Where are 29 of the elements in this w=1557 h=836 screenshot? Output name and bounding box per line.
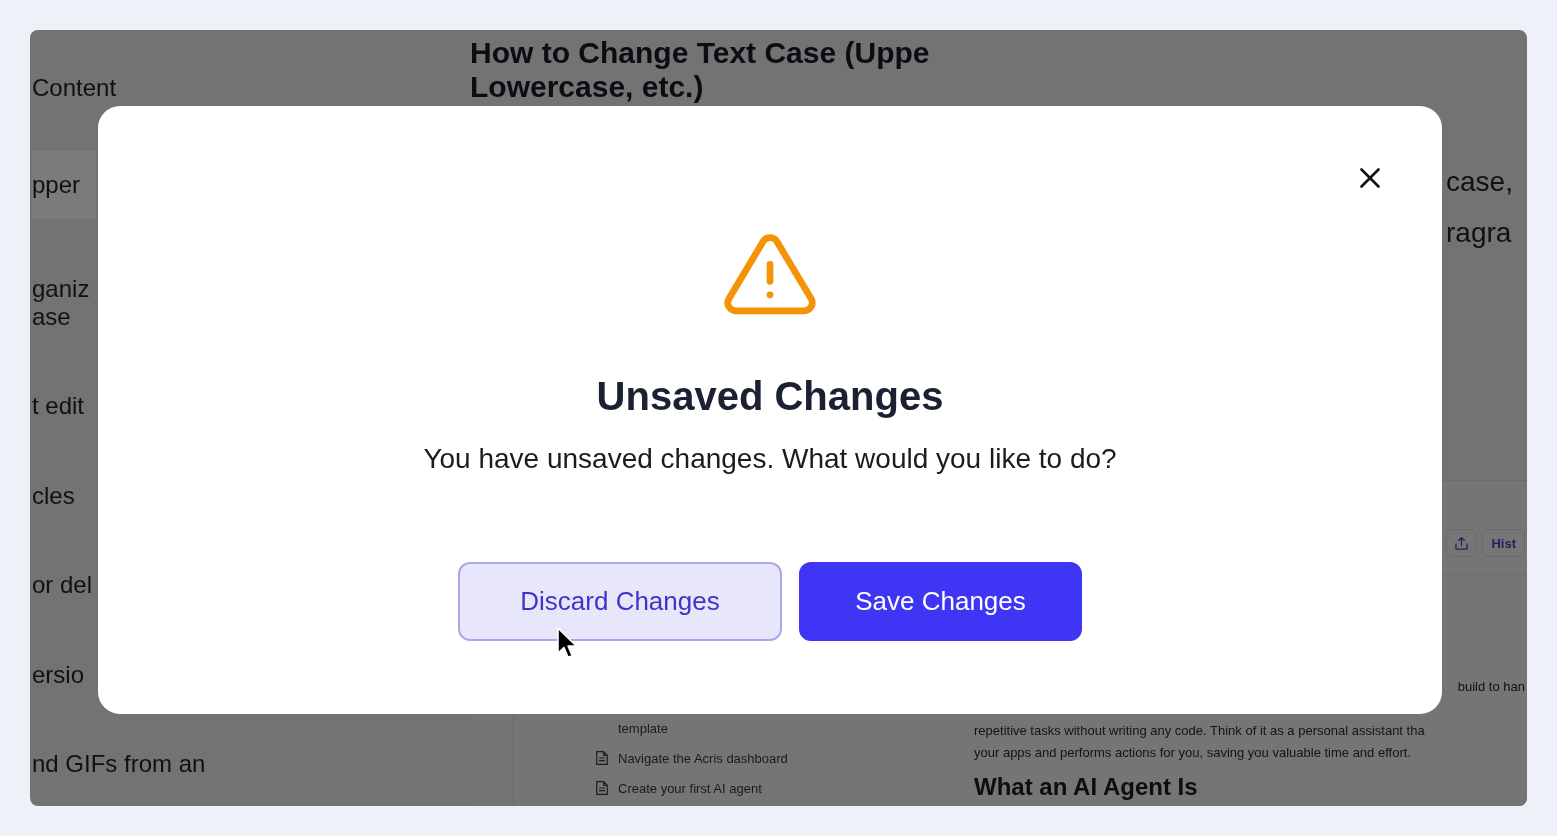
section-heading: What an AI Agent Is [974,772,1198,802]
toc-item[interactable]: cles [32,475,96,516]
discard-button[interactable]: Discard Changes [458,562,782,641]
mouse-cursor-icon [557,627,578,659]
toc-item[interactable]: ganiz ase [32,268,96,337]
save-button[interactable]: Save Changes [799,562,1082,641]
share-button[interactable] [1446,529,1477,557]
article-heading: How to Change Text Case (Uppe Lowercase, etc.) [470,36,930,104]
paragraph-text: repetitive tasks without writing any code. Think of it as a personal assistant tha your apps and performs actions for you, saving you valuable time and effort. [974,722,1425,762]
document-icon [596,781,608,795]
warning-icon [724,234,816,315]
dialog-message: You have unsaved changes. What would you like to do? [423,442,1117,476]
toc-item[interactable]: pper [32,151,96,220]
close-icon [1360,168,1380,188]
document-icon [596,751,608,765]
lesson-item[interactable]: Navigate the Acris dashboard [596,746,788,770]
close-button[interactable] [1360,168,1380,188]
dialog-title: Unsaved Changes [596,373,944,420]
history-button[interactable]: Hist [1482,529,1525,557]
toc-item[interactable]: t edit [32,386,96,427]
lesson-item[interactable]: template [596,716,668,740]
intro-paragraph: case, ragra [1446,165,1514,250]
paragraph-fragment: build to han [1457,678,1525,696]
toc-item[interactable]: or del [32,565,96,606]
toc-item[interactable]: nd GIFs from an [32,743,206,784]
toc-item[interactable]: ersio [32,654,96,695]
upload-icon [1454,536,1468,550]
lesson-item[interactable]: Create your first AI agent [596,776,762,800]
toc-heading: Content [32,74,117,102]
